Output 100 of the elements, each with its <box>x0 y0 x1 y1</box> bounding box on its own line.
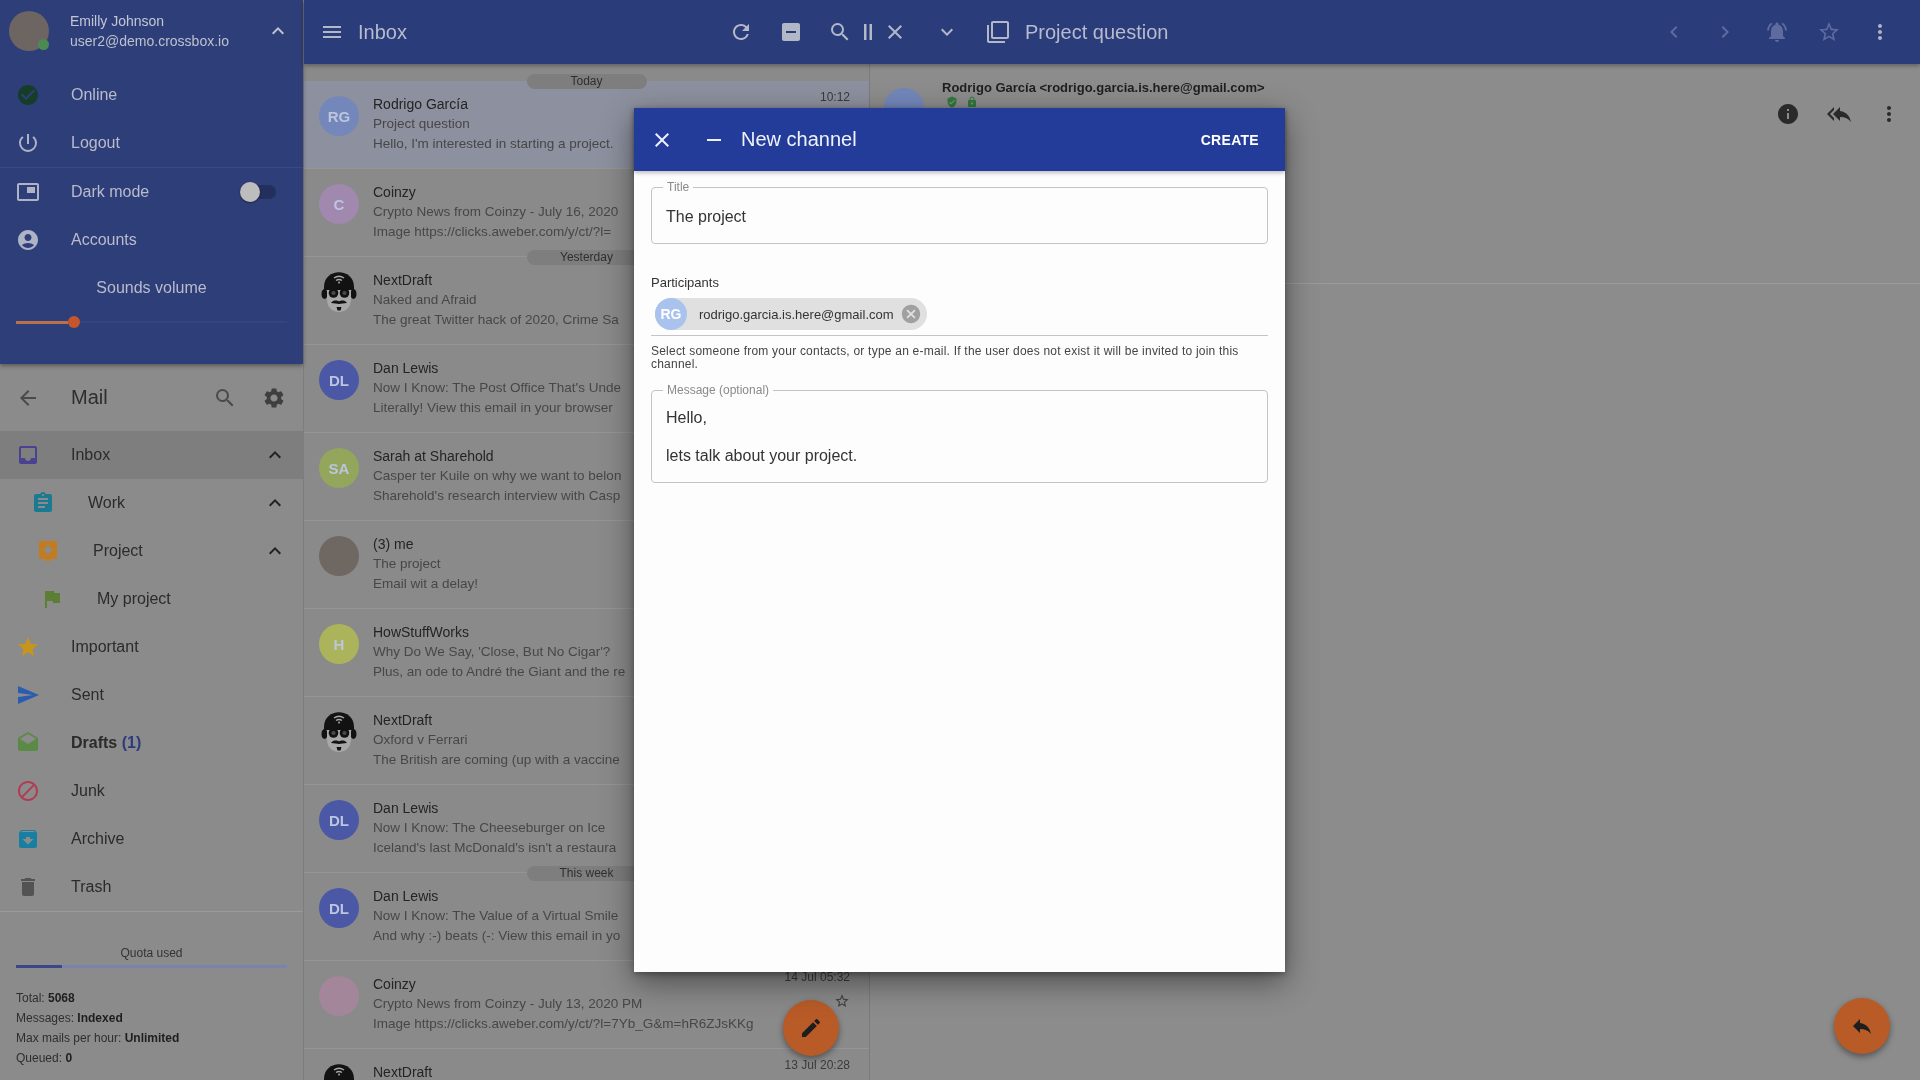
sender-name: NextDraft <box>373 711 433 730</box>
date-divider-label: Today <box>526 73 647 89</box>
power-icon <box>16 131 40 155</box>
pencil-icon <box>799 1016 823 1040</box>
message-preview: Image https://clicks.aweber.com/y/ct/?l=7Yb_G&m=hR6ZJsKKg <box>373 1015 754 1033</box>
folder-item[interactable]: Trash <box>0 863 303 911</box>
folder-title: Inbox <box>358 20 407 44</box>
volume-label: Sounds volume <box>95 278 208 298</box>
send-icon <box>16 683 40 707</box>
star-outline-icon[interactable] <box>834 993 850 1009</box>
slider-thumb[interactable] <box>67 316 80 328</box>
avatar-photo <box>319 536 359 576</box>
chip-avatar: RG <box>655 298 687 330</box>
initials-avatar: DL <box>319 360 359 400</box>
participants-label: Participants <box>651 276 719 289</box>
sender-name: (3) me <box>373 535 414 554</box>
cartoon-face-icon <box>321 272 357 312</box>
toggle-switch[interactable] <box>240 182 276 202</box>
initials-avatar: SA <box>319 448 359 488</box>
message-preview: The great Twitter hack of 2020, Crime Sa <box>373 311 619 329</box>
menu-item[interactable]: Accounts <box>0 216 276 264</box>
message-preview: And why :-) beats (-: View this email in yo <box>373 927 621 945</box>
message-preview: Plus, an ode to André the Giant and the re <box>373 663 626 681</box>
star-outline-icon[interactable] <box>1817 20 1841 44</box>
sender-name: Rodrigo García <box>373 95 468 114</box>
message-subject: Casper ter Kuile on why we want to belon <box>373 467 622 485</box>
sender-name: Coinzy <box>373 183 416 202</box>
message-subject: Naked and Afraid <box>373 291 477 309</box>
folder-item[interactable]: Work <box>0 479 303 527</box>
sender-name: Dan Lewis <box>373 799 439 818</box>
field-label: Message (optional) <box>667 383 770 397</box>
stat-text: Messages: Indexed <box>16 1010 123 1027</box>
folder-item[interactable]: Important <box>0 623 303 671</box>
user-name: Emilly Johnson <box>70 12 165 31</box>
sender-name: Coinzy <box>373 975 416 994</box>
stat-text: Max mails per hour: Unlimited <box>16 1030 180 1047</box>
message-subject: Now I Know: The Value of a Virtual Smile <box>373 907 619 925</box>
message-preview: The British are coming (up with a vaccine <box>373 751 620 769</box>
message-field[interactable]: Message (optional) Hello, lets talk about your project. <box>651 384 1268 483</box>
message-time: 14 Jul 05:32 <box>784 970 850 984</box>
message-subject: Now I Know: The Cheeseburger on Ice <box>373 819 606 837</box>
initials-avatar: DL <box>319 888 359 928</box>
message-subject: Why Do We Say, 'Close, But No Cigar'? <box>373 643 611 661</box>
star-icon <box>16 635 40 659</box>
stacked-squares-icon[interactable] <box>986 20 1010 44</box>
avatar-photo <box>9 11 49 51</box>
cartoon-face-icon <box>321 712 357 752</box>
title-field[interactable]: Title The project <box>651 181 1268 244</box>
create-button[interactable]: CREATE <box>1192 123 1267 156</box>
message-preview: Email wit a delay! <box>373 575 479 593</box>
message-time: 13 Jul 20:28 <box>784 1058 850 1072</box>
user-email: user2@demo.crossbox.io <box>70 32 229 51</box>
initials-avatar: RG <box>319 96 359 136</box>
folder-item[interactable]: Archive <box>0 815 303 863</box>
participant-chip[interactable]: RG rodrigo.garcia.is.here@gmail.com <box>655 298 927 330</box>
stat-text: Total: 5068 <box>16 990 75 1007</box>
archive-icon <box>16 827 40 851</box>
message-subject: Crypto News from Coinzy - July 16, 2020 <box>373 203 619 221</box>
message-preview: Iceland's last McDonald's isn't a restaura <box>373 839 617 857</box>
lock-icon <box>966 96 978 108</box>
settings-icon[interactable] <box>262 385 286 410</box>
message-subject: Now I Know: The Post Office That's Unde <box>373 379 621 397</box>
sender-name: NextDraft <box>373 1063 433 1080</box>
folder-item[interactable]: Junk <box>0 767 303 815</box>
sender-name: NextDraft <box>373 271 433 290</box>
participants-field[interactable]: RG rodrigo.garcia.is.here@gmail.com <box>651 298 1268 336</box>
sender-name: Sarah at Sharehold <box>373 447 494 466</box>
double-bar-icon[interactable] <box>864 24 872 40</box>
field-label: Title <box>667 180 690 194</box>
info-icon[interactable] <box>1776 102 1800 126</box>
message-time: 10:12 <box>819 90 850 104</box>
inbox-icon <box>16 443 40 467</box>
folder-item[interactable]: Project <box>0 527 303 575</box>
message-preview: Image https://clicks.aweber.com/y/ct/?l= <box>373 223 612 241</box>
folder-item[interactable]: Sent <box>0 671 303 719</box>
nav-title: Mail <box>71 386 108 409</box>
folder-item[interactable]: My project <box>0 575 303 623</box>
message-preview: Literally! View this email in your browser <box>373 399 613 417</box>
menu-item[interactable]: Dark mode <box>0 168 240 216</box>
message-subject: The project <box>373 555 441 573</box>
message-preview: Hello, I'm interested in starting a project. <box>373 135 614 153</box>
folder-item[interactable]: Inbox <box>0 431 303 479</box>
clipboard-icon <box>31 491 55 515</box>
message-title: Project question <box>1025 20 1169 44</box>
sender-name: Dan Lewis <box>373 887 439 906</box>
sender-name: HowStuffWorks <box>373 623 469 642</box>
message-subject: Crypto News from Coinzy - July 13, 2020 PM <box>373 995 643 1013</box>
stat-text: Queued: 0 <box>16 1050 73 1067</box>
quota-label: Quota used <box>120 946 183 960</box>
menu-item[interactable]: Logout <box>0 119 276 167</box>
sparkle-bubble-icon <box>36 539 60 563</box>
initials-avatar: DL <box>319 800 359 840</box>
sender-name: Dan Lewis <box>373 359 439 378</box>
dialog-title: New channel <box>741 128 857 151</box>
menu-item[interactable]: Online <box>0 71 276 119</box>
account-icon <box>16 228 40 252</box>
logo-image <box>319 976 359 1016</box>
folder-item[interactable]: Drafts (1) <box>0 719 303 767</box>
message-subject: Oxford v Ferrari <box>373 731 468 749</box>
initials-avatar: C <box>319 184 359 224</box>
